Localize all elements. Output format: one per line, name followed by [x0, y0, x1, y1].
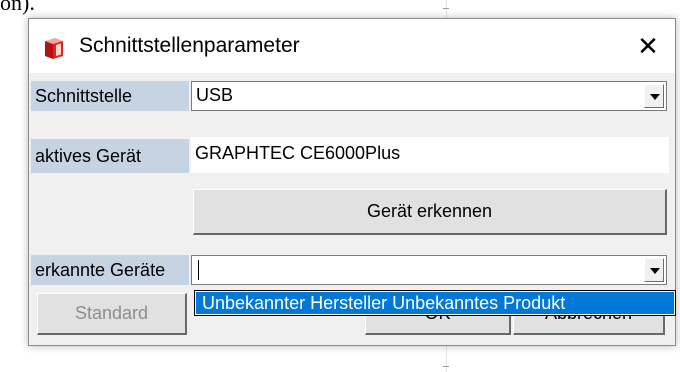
- background-tick-bottom: [443, 366, 449, 367]
- dialog-titlebar[interactable]: Schnittstellenparameter ✕: [29, 19, 675, 73]
- detect-device-button[interactable]: Gerät erkennen: [193, 189, 667, 235]
- close-button[interactable]: ✕: [621, 19, 675, 73]
- interface-select[interactable]: USB: [191, 81, 667, 111]
- standard-button[interactable]: Standard: [37, 293, 187, 335]
- interface-label: Schnittstelle: [31, 81, 189, 111]
- active-device-text: GRAPHTEC CE6000Plus: [195, 143, 401, 163]
- detected-devices-select[interactable]: [191, 255, 667, 285]
- detected-devices-label: erkannte Geräte: [31, 255, 189, 285]
- dropdown-option[interactable]: Unbekannter Hersteller Unbekanntes Produ…: [196, 292, 674, 314]
- background-tick-top: [443, 8, 449, 9]
- standard-button-label: Standard: [74, 303, 149, 323]
- chevron-down-icon[interactable]: [644, 258, 664, 282]
- text-caret: [198, 260, 199, 280]
- background-text-fragment: on).: [0, 0, 35, 15]
- screen: on). Schnittstellenparameter ✕ Schnittst…: [0, 0, 680, 372]
- dialog-title: Schnittstellenparameter: [79, 34, 300, 57]
- chevron-down-icon[interactable]: [644, 84, 664, 108]
- detected-devices-dropdown-list: Unbekannter Hersteller Unbekanntes Produ…: [194, 290, 676, 316]
- detect-device-button-label: Gerät erkennen: [366, 201, 493, 221]
- active-device-label: aktives Gerät: [31, 139, 189, 173]
- active-device-value: GRAPHTEC CE6000Plus: [191, 137, 669, 173]
- interface-select-value: USB: [196, 85, 234, 105]
- red-cube-icon: [45, 38, 63, 59]
- close-icon: ✕: [637, 30, 659, 61]
